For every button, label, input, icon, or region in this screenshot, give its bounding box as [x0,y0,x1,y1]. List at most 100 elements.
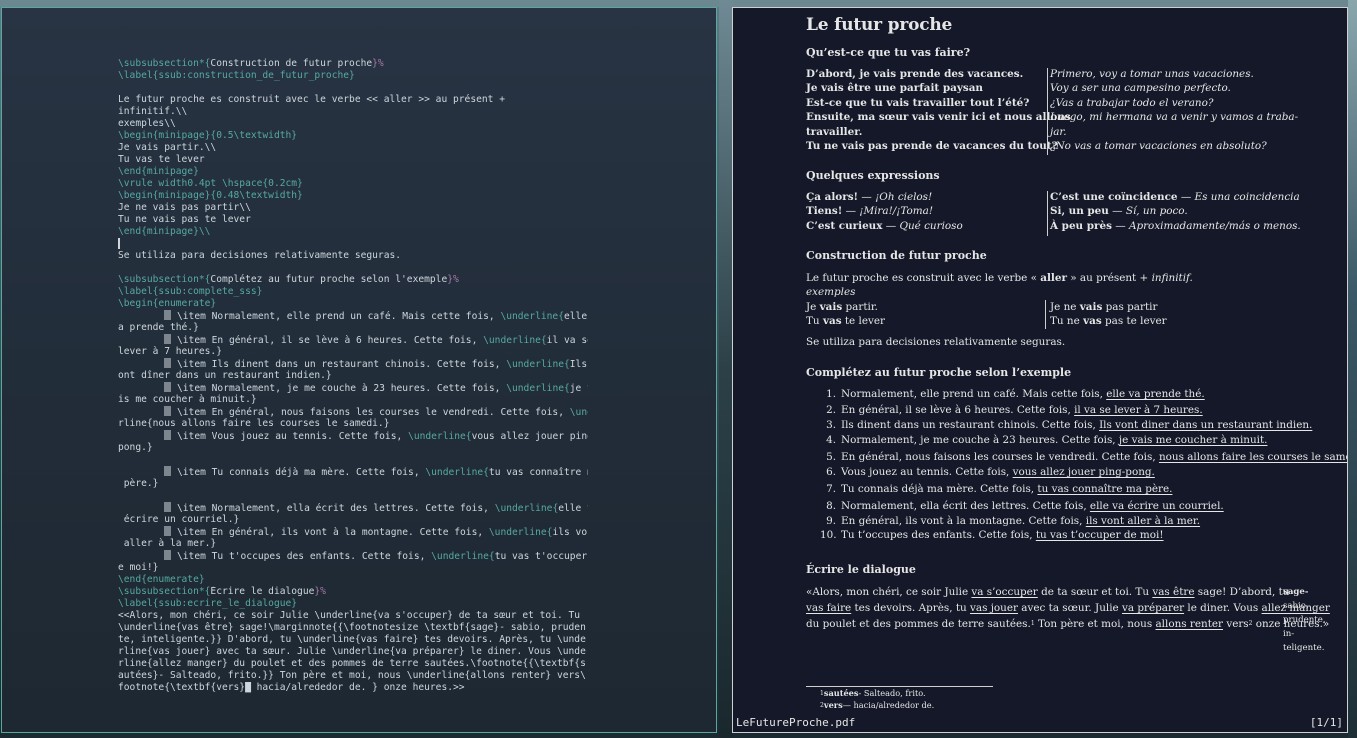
exercise-item: 8. Normalement, ella écrit des lettres. C… [820,499,1224,513]
code-line: infinitif.\\ [118,106,588,118]
item-number: 8. [826,500,836,512]
margin-note-line: teligente. [1283,643,1325,653]
expression-term: Ça alors! [806,191,859,203]
expression-sep: — [858,191,876,203]
code-text: rline{nous allons faire les courses le s… [118,418,390,429]
table-left-cell: D’abord, je vais prende des vacances. [806,68,1024,80]
code-text: rline{allez manger} du poulet et des pom… [118,658,586,669]
item-answer: Ils vont diner dans un restaurant indien… [1099,419,1313,431]
expressions-divider [1047,191,1048,236]
item-number: 9. [826,515,836,527]
tab-marker [164,502,172,512]
latex-command: \end{minipage} [118,166,199,177]
code-text: autées}- Salteado, frito.}} Ton père et … [118,670,586,681]
item-answer: tu vas t’occuper de moi! [1035,529,1164,541]
code-line: père.} [118,478,588,490]
expression-term: Tiens! [806,205,843,218]
dialogue-text: de ta sœur et toi. Tu [1037,586,1153,598]
item-number: 7. [826,483,836,495]
exercise-item: 9. En général, ils vont à la montagne. Ce… [820,514,1200,528]
tab-marker [164,358,172,368]
expression-translation: Qué curioso [899,219,963,232]
code-line: \item En général, ils vont à la montagne… [118,526,588,538]
code-text: père.} [118,478,159,489]
expression-translation: ¡Oh cielos! [875,191,933,203]
item-number: 10. [820,529,837,541]
latex-command: \subsubsection*{ [118,586,211,597]
code-line: aller à la mer.} [118,538,588,550]
item-text: Normalement, elle prend un café. Mais ce… [841,388,1107,400]
expression-term: C’est curieux [806,219,883,232]
item-text: En général, ils vont à la montagne. Cett… [211,527,489,538]
code-text: Je vais partir.\\ [118,142,217,153]
item-answer: elle va [558,503,588,514]
code-line: \item En général, il se lève à 6 heures.… [118,334,588,346]
latex-editor-pane[interactable]: \subsubsection*{Construction de futur pr… [1,7,717,733]
code-line: \begin{minipage}{0.5\textwidth} [118,130,588,142]
latex-command: \begin{minipage} [118,130,211,141]
code-text: rline{vas jouer} avec ta sœur. Julie \un… [118,646,586,657]
code-line: \subsubsection*{Complétez au futur proch… [118,274,588,286]
example-left-2: Tu vas te lever [806,315,885,327]
footnote: 2vers— hacia/alrededor de. [820,700,934,711]
latex-command: \subsubsection*{ [118,274,211,285]
code-line: \item Normalement, elle prend un café. M… [118,310,588,322]
code-text: Tu vas te lever [118,154,205,165]
latex-command: \unde [569,407,588,418]
tab-marker [164,430,172,440]
code-line: a prende thé.} [118,322,588,334]
latex-command: \vrule width [118,178,188,189]
expression-translation: ¡Mira!/¡Toma! [859,205,934,218]
code-text: lever à 7 heures.} [118,346,222,357]
status-page-counter: [1/1] [1309,716,1343,729]
dialogue-line: du poulet et des pommes de terre sautées… [806,617,1329,631]
desktop-wallpaper-gap [719,0,733,738]
code-line: ont dîner dans un restaurant indien.} [118,370,588,382]
code-line: rline{vas jouer} avec ta sœur. Julie \un… [118,646,588,658]
item-number: 5. [826,451,836,463]
item-text: Ils dinent dans un restaurant chinois. C… [841,419,1100,431]
exercise-item: 6. Vous jouez au tennis. Cette fois, vous… [820,465,1155,479]
code-line: e moi!} [118,562,588,574]
item-text: Normalement, elle prend un café. Mais ce… [211,311,501,322]
code-line: Tu vas te lever [118,154,588,166]
item-text: En général, nous faisons les courses le … [211,407,570,418]
item-answer: ils vont aller à la mer. [1085,515,1201,527]
dialogue-text: vas jouer [970,602,1018,614]
item-text: Normalement, ella écrit des lettres. Cet… [211,503,495,514]
item-text: Vous jouez au tennis. Cette fois, [211,431,409,442]
text-cursor [118,238,120,249]
latex-argument: Écrire le dialogue [210,586,315,597]
section-heading-expressions: Quelques expressions [806,169,940,182]
pdf-viewer-pane[interactable]: Le futur proche Qu’est-ce que tu vas fai… [732,7,1348,733]
latex-command: \underline{ [408,431,472,442]
expression-translation: Sí, un poco. [1125,205,1188,218]
code-text: infinitif.\\ [118,106,188,117]
item-text: Normalement, je me couche à 23 heures. C… [841,434,1119,446]
code-line: \begin{minipage}{0.48\textwidth} [118,190,588,202]
item-text: En général, il se lève à 6 heures. Cette… [211,335,484,346]
code-line: Je vais partir.\\ [118,142,588,154]
dialogue-text: va s’occuper [971,586,1038,598]
item-number: 4. [826,434,836,446]
item-answer: ils vont [552,527,588,538]
code-text: te, inteligente.}} D'abord, tu \underlin… [118,634,586,645]
code-text: Tu ne vais pas te lever [118,214,251,225]
latex-command: \label{ssub:construction_de_futur_proche… [118,70,355,81]
code-line: is me coucher à minuit.} [118,394,588,406]
item-answer: elle va écrire un courriel. [1089,500,1224,512]
expression-sep: — [1111,219,1129,232]
latex-argument: Complétez au futur proche selon l'exempl… [210,274,448,285]
dialogue-text: va préparer [1122,602,1185,614]
code-text: a prende thé.} [118,322,199,333]
source-code-area[interactable]: \subsubsection*{Construction de futur pr… [118,58,588,694]
dialogue-text: avec ta sœur. Julie [1018,602,1122,614]
margin-note-line: prudente, [1283,615,1326,625]
code-line: \end{enumerate} [118,574,588,586]
code-line: \item Tu connais déjà ma mère. Cette foi… [118,466,588,478]
expression-cell: Tiens! — ¡Mira!/¡Toma! [806,204,933,218]
footnote-rule [806,686,993,687]
expression-cell: À peu près — Aproximadamente/más o menos… [1050,219,1301,233]
expression-sep: — [1177,191,1195,203]
section-heading-dialogue: Écrire le dialogue [806,563,916,576]
